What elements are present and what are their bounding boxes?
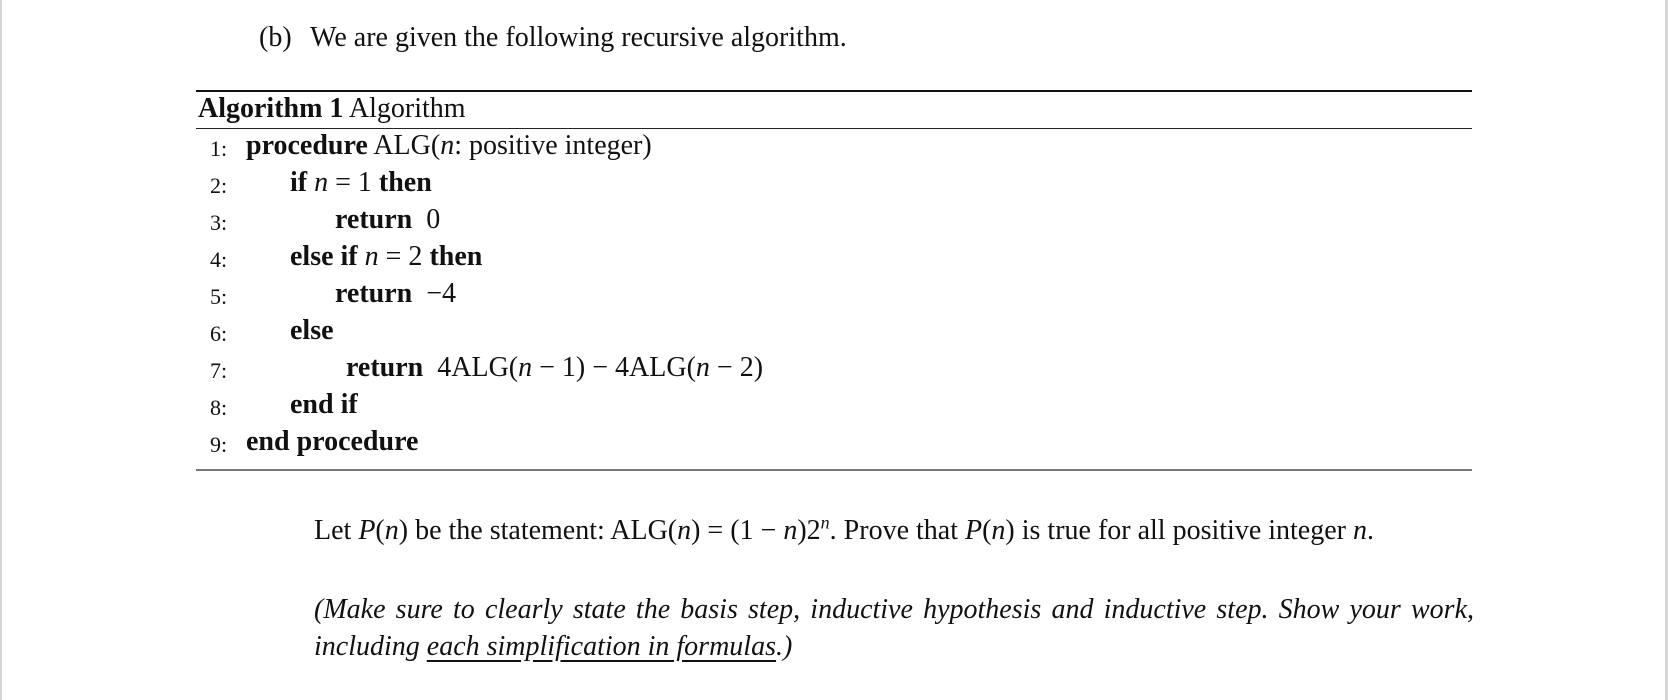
code-text: 0 (426, 204, 441, 235)
code-text: 4ALG( (437, 352, 519, 383)
algorithm-caption: Algorithm 1 Algorithm (198, 93, 466, 125)
note-underlined-text: each simplification in formulas (426, 631, 776, 662)
math-var: P (964, 515, 983, 546)
line-number: 9: (210, 432, 228, 457)
keyword: then (378, 167, 432, 198)
algorithm-caption-rule (196, 128, 1472, 129)
text: . Prove that (829, 515, 965, 546)
part-intro-text: We are given the following recursive alg… (310, 22, 847, 53)
line-number: 2: (210, 173, 228, 198)
line-code: else if n = 2 then (290, 241, 482, 273)
problem-statement: Let P(n) be the statement: ALG(n) = (1 −… (314, 512, 1472, 549)
line-number: 8: (210, 395, 228, 420)
keyword: if (290, 167, 308, 198)
code-text: − 1) − 4ALG( (532, 352, 696, 383)
instruction-note: (Make sure to clearly state the basis st… (314, 591, 1474, 665)
line-code: procedure ALG(n: positive integer) (246, 130, 652, 162)
code-text: ALG( (373, 130, 441, 161)
algorithm-bottom-rule (196, 469, 1472, 471)
line-code: return 4ALG(n − 1) − 4ALG(n − 2) (346, 352, 763, 384)
math-var: n (364, 241, 379, 272)
page-edge-left (0, 0, 2, 700)
text: . (1367, 515, 1374, 546)
text: )2 (797, 515, 821, 546)
keyword: return (335, 278, 413, 309)
code-text: − 2) (709, 352, 764, 383)
math-var: n (783, 515, 798, 546)
line-number: 6: (210, 321, 228, 346)
keyword: return (346, 352, 424, 383)
keyword: end procedure (246, 426, 419, 457)
algorithm-top-rule (196, 90, 1472, 92)
keyword: then (429, 241, 483, 272)
line-number: 7: (210, 358, 228, 383)
math-exponent: n (820, 512, 830, 533)
line-code: else (290, 315, 334, 347)
line-number: 5: (210, 284, 228, 309)
math-var: n (695, 352, 710, 383)
text: ) is true for all positive integer (1005, 515, 1353, 546)
text: ) = (1 − (691, 515, 784, 546)
math-var: n (1353, 515, 1367, 546)
line-code: end procedure (246, 426, 418, 458)
math-var: n (384, 515, 399, 546)
keyword: end if (290, 389, 358, 420)
code-text: −4 (426, 278, 457, 309)
line-number: 4: (210, 247, 228, 272)
code-text: : positive integer) (454, 130, 652, 161)
line-number: 1: (210, 136, 228, 161)
text: ) be the statement: ALG( (398, 515, 678, 546)
math-var: n (991, 515, 1006, 546)
code-text: = 2 (378, 241, 430, 272)
keyword: else (290, 315, 334, 346)
line-code: return 0 (335, 204, 440, 236)
code-text: = 1 (328, 167, 379, 198)
line-code: return −4 (335, 278, 456, 310)
keyword: procedure (246, 130, 368, 161)
math-var: n (440, 130, 455, 161)
math-var: P (358, 515, 376, 546)
math-var: n (677, 515, 692, 546)
algorithm-title: Algorithm (348, 93, 466, 124)
note-text: .) (775, 631, 793, 662)
keyword: return (335, 204, 413, 235)
math-var: n (314, 167, 329, 198)
part-heading: (b) We are given the following recursive… (259, 22, 847, 54)
part-label: (b) (259, 22, 292, 53)
keyword: else if (290, 241, 358, 272)
line-code: end if (290, 389, 358, 421)
text: Let (314, 515, 359, 546)
algorithm-number: Algorithm 1 (198, 93, 344, 124)
math-var: n (518, 352, 533, 383)
line-number: 3: (210, 210, 228, 235)
line-code: if n = 1 then (290, 167, 432, 199)
text: ( (375, 515, 385, 546)
